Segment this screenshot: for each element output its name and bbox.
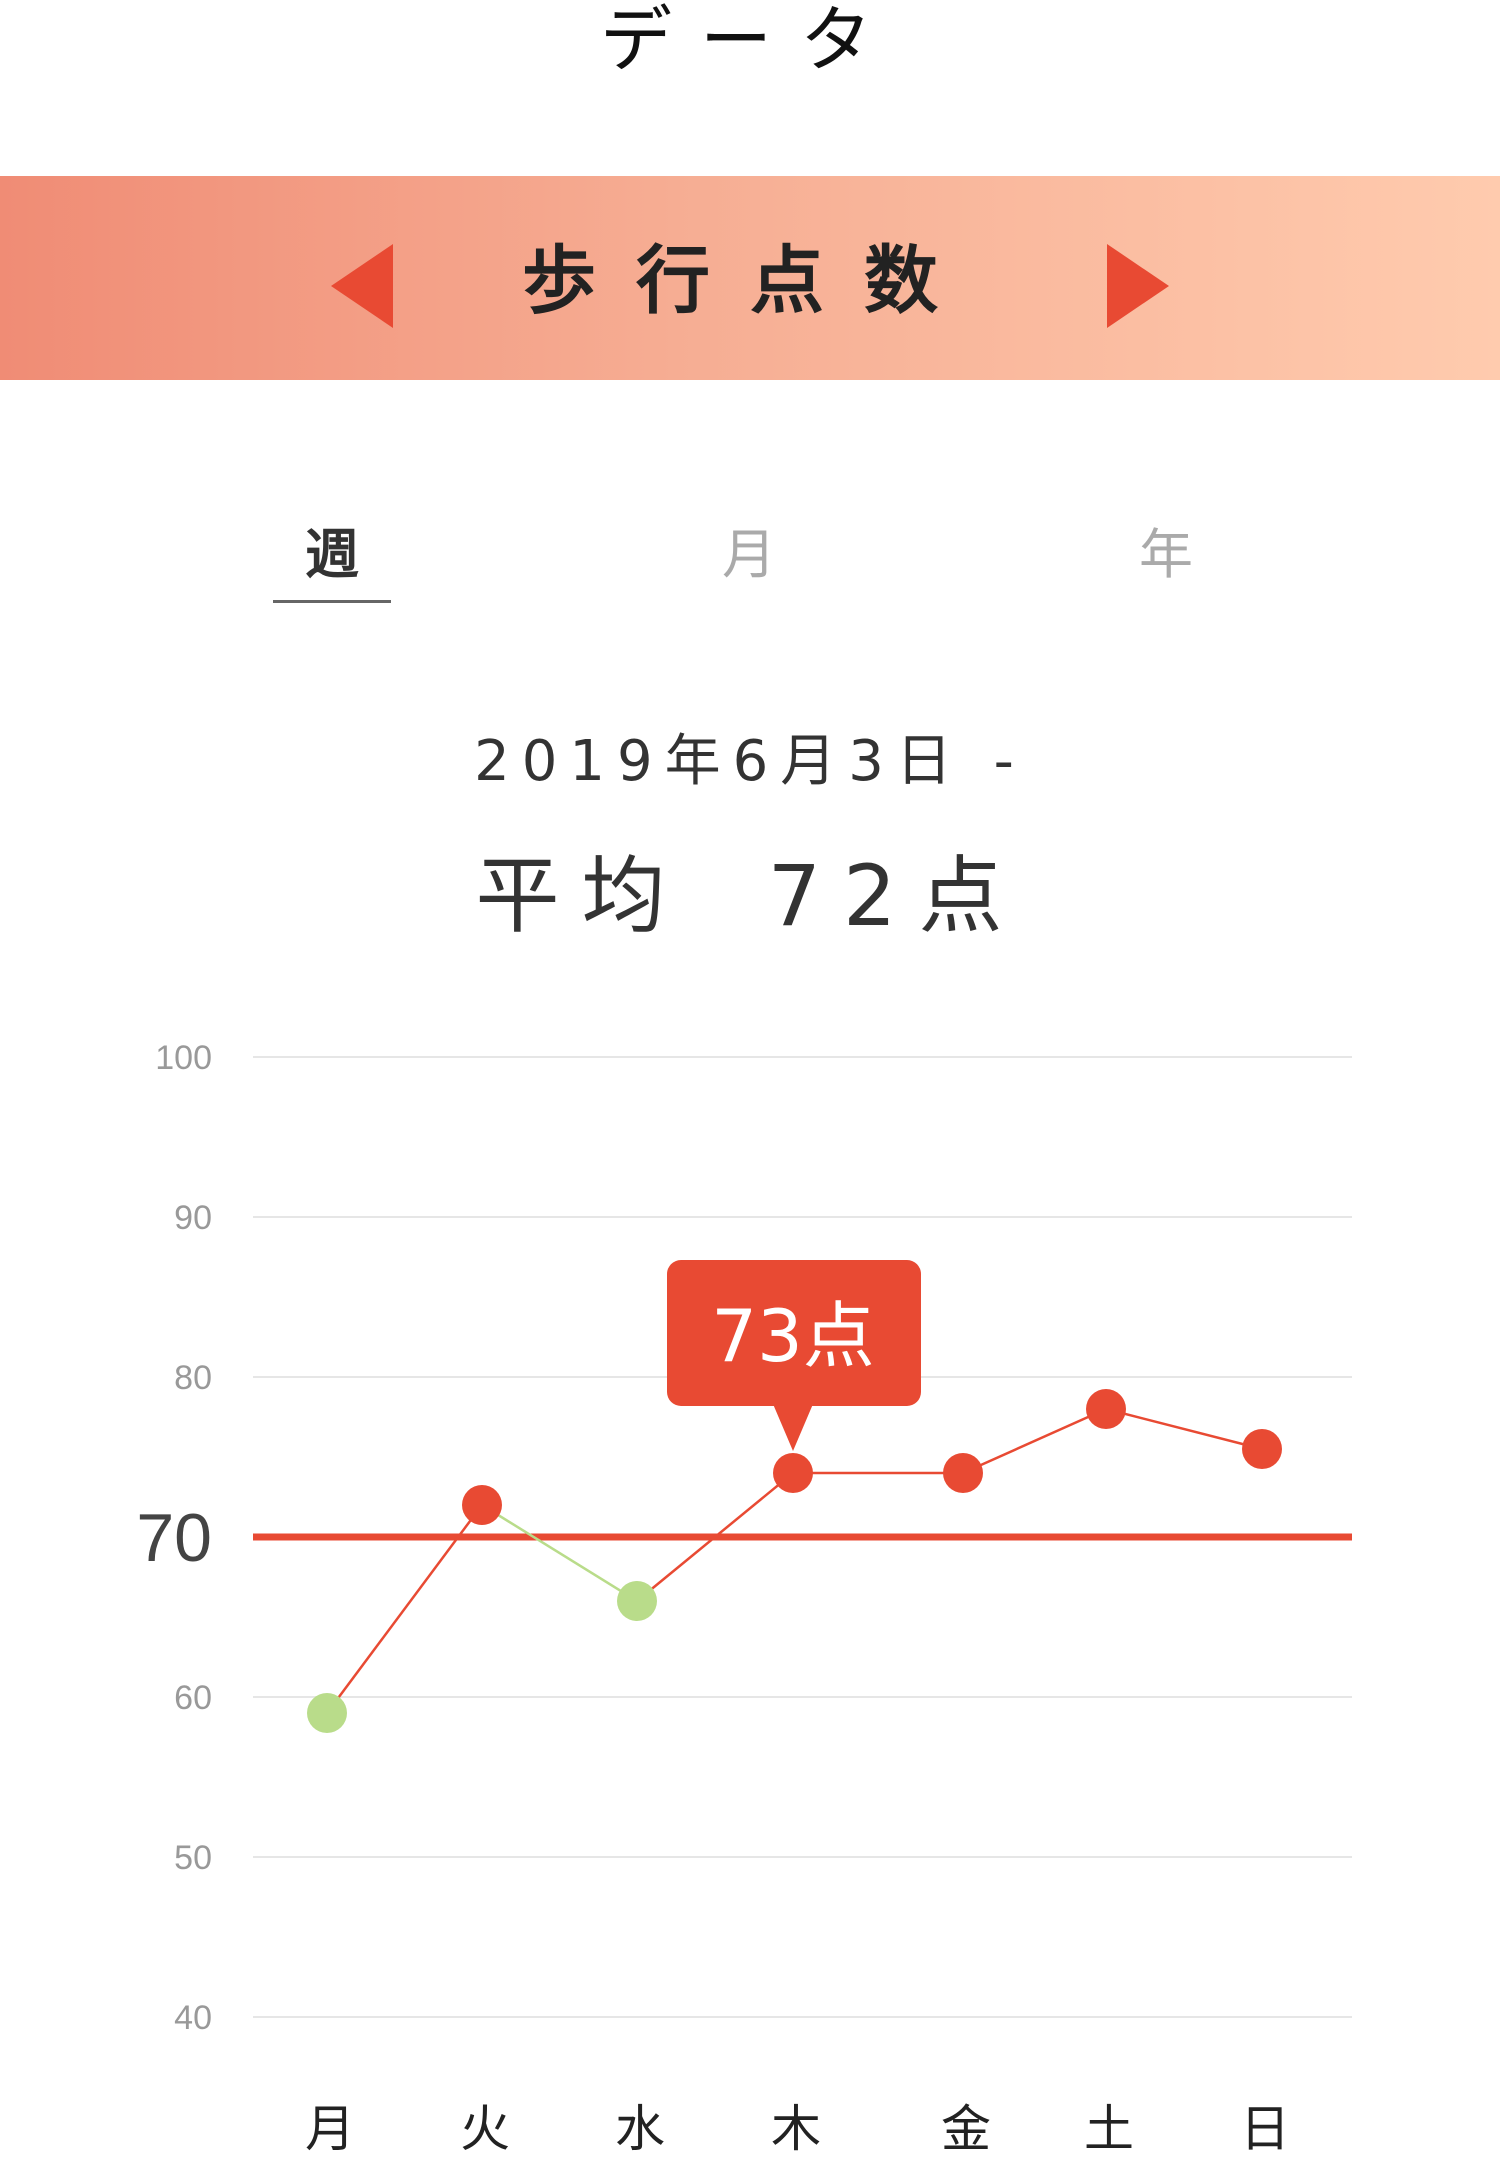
tooltip-text: 73点 <box>711 1294 875 1378</box>
series-segment <box>481 1503 638 1603</box>
threshold-label: 70 <box>136 1500 212 1576</box>
data-point <box>307 1693 347 1733</box>
x-tick-label: 金 <box>941 2100 991 2158</box>
data-point <box>617 1581 657 1621</box>
y-tick-label: 60 <box>174 1679 212 1717</box>
x-tick-label: 木 <box>771 2100 821 2158</box>
series-segment <box>962 1407 1107 1475</box>
data-point <box>773 1453 813 1493</box>
x-tick-label: 火 <box>460 2100 510 2158</box>
series-segment <box>1105 1407 1263 1451</box>
x-tick-label: 日 <box>1240 2100 1290 2158</box>
x-tick-label: 水 <box>615 2100 665 2158</box>
x-tick-label: 月 <box>305 2100 355 2158</box>
data-point <box>462 1485 502 1525</box>
data-point <box>1242 1429 1282 1469</box>
y-tick-label: 80 <box>174 1359 212 1397</box>
x-tick-label: 土 <box>1084 2100 1134 2158</box>
y-tick-label: 50 <box>174 1839 212 1877</box>
score-line-chart: 100 90 80 60 50 40 70 月 火 水 木 金 土 日 73点 <box>136 1039 1352 2158</box>
tooltip-pointer <box>773 1404 813 1451</box>
data-point <box>1086 1389 1126 1429</box>
y-tick-label: 100 <box>155 1039 212 1077</box>
data-point <box>943 1453 983 1493</box>
y-tick-label: 90 <box>174 1199 212 1237</box>
y-tick-label: 40 <box>174 1999 212 2037</box>
